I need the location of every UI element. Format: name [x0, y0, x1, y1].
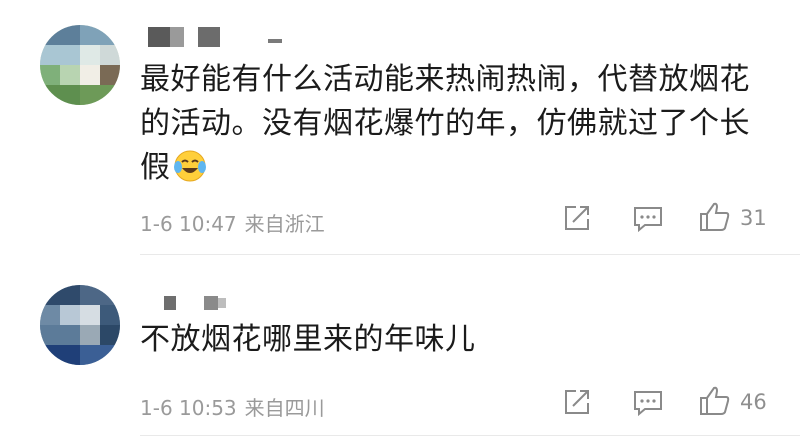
comment-time: 1-6 10:53 [140, 396, 237, 420]
comment-meta: 1-6 10:47 来自浙江 [140, 208, 325, 237]
comment-icon [634, 207, 662, 232]
comment-button[interactable] [633, 206, 663, 232]
username-redacted[interactable] [148, 27, 298, 47]
comment-meta: 1-6 10:53 来自四川 [140, 392, 325, 421]
like-count: 31 [740, 206, 767, 230]
avatar[interactable] [40, 25, 120, 105]
crying-laughing-emoji-icon [173, 149, 207, 183]
comment-icon [634, 391, 662, 416]
comment-text: 不放烟花哪里来的年味儿 [140, 322, 476, 357]
comment-location: 来自浙江 [244, 212, 325, 236]
thumbs-up-icon [700, 386, 730, 415]
comment-text: 最好能有什么活动能来热闹热闹，代替放烟花的活动。没有烟花爆竹的年，仿佛就过了个长… [140, 62, 750, 185]
share-icon [565, 390, 589, 414]
comment-location: 来自四川 [244, 396, 325, 420]
divider [140, 435, 800, 436]
thumbs-up-icon [700, 202, 730, 231]
share-button[interactable] [563, 389, 591, 415]
like-button[interactable] [699, 202, 731, 232]
username-redacted[interactable] [164, 294, 244, 314]
comment-button[interactable] [633, 390, 663, 416]
share-icon [565, 206, 589, 230]
avatar[interactable] [40, 285, 120, 365]
like-button[interactable] [699, 386, 731, 416]
like-count: 46 [740, 390, 767, 414]
comment-time: 1-6 10:47 [140, 212, 237, 236]
divider [140, 254, 800, 255]
share-button[interactable] [563, 205, 591, 231]
